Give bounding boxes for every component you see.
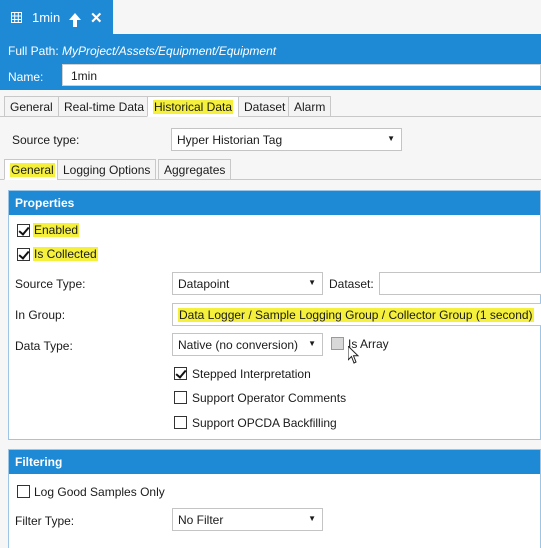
dataset-input[interactable] [379,272,541,295]
opcda-backfilling-checkbox[interactable] [174,416,187,429]
header-band: Full Path: MyProject/Assets/Equipment/Eq… [0,34,541,90]
name-input[interactable]: 1min [62,64,541,86]
chevron-down-icon: ▼ [387,134,395,143]
full-path-value: MyProject/Assets/Equipment/Equipment [62,44,277,58]
chevron-down-icon: ▼ [308,339,316,348]
filter-type-value: No Filter [178,513,224,527]
tab-real-time-data[interactable]: Real-time Data [58,96,151,117]
filtering-header: Filtering [9,450,540,474]
source-type-label: Source type: [12,133,80,147]
source-type-dropdown[interactable]: Hyper Historian Tag ▼ [171,128,402,151]
chevron-down-icon: ▼ [308,278,316,287]
log-good-samples-label: Log Good Samples Only [34,485,165,499]
full-path-label: Full Path: [8,44,59,58]
subtab-aggregates[interactable]: Aggregates [158,159,232,180]
opcda-backfilling-label: Support OPCDA Backfilling [192,416,337,430]
name-label: Name: [8,70,44,84]
datapoint-dropdown[interactable]: Datapoint ▼ [172,272,323,295]
dataset-label: Dataset: [329,277,374,291]
tab-dataset-label: Dataset [244,100,286,114]
data-type-value: Native (no conversion) [178,338,299,352]
is-collected-checkbox[interactable] [17,248,30,261]
tab-historical-data-label: Historical Data [153,100,234,114]
is-collected-label: Is Collected [33,247,98,261]
document-tab-title: 1min [32,10,61,25]
subtab-aggregates-label: Aggregates [164,163,226,177]
close-icon[interactable]: ✕ [90,9,103,27]
subtab-general[interactable]: General [4,159,61,180]
data-type-label: Data Type: [15,339,73,353]
tab-historical-data[interactable]: Historical Data [147,96,240,117]
tab-alarm-label: Alarm [294,100,326,114]
tab-general-label: General [10,100,53,114]
in-group-field[interactable]: Data Logger / Sample Logging Group / Col… [172,303,541,326]
filter-type-label: Filter Type: [15,514,75,528]
chevron-down-icon: ▼ [308,514,316,523]
operator-comments-checkbox[interactable] [174,391,187,404]
properties-header: Properties [9,191,540,215]
stepped-interpretation-checkbox[interactable] [174,367,187,380]
in-group-value: Data Logger / Sample Logging Group / Col… [178,308,534,322]
tab-dataset[interactable]: Dataset [238,96,292,117]
in-group-label: In Group: [15,308,66,322]
source-type-value: Hyper Historian Tag [177,133,283,147]
source-type-field-label: Source Type: [15,277,86,291]
log-good-samples-checkbox[interactable] [17,485,30,498]
filter-type-dropdown[interactable]: No Filter ▼ [172,508,323,531]
mouse-cursor-icon [348,346,360,364]
filtering-section: Filtering Log Good Samples Only Filter T… [8,449,541,548]
tab-general[interactable]: General [4,96,59,117]
properties-section: Properties Enabled Is Collected Source T… [8,190,541,440]
enabled-checkbox[interactable] [17,224,30,237]
stepped-interpretation-label: Stepped Interpretation [192,367,311,381]
subtab-logging-options[interactable]: Logging Options [57,159,157,180]
pin-icon[interactable] [69,13,81,27]
tab-real-time-data-label: Real-time Data [64,100,145,114]
document-tab[interactable]: 1min ✕ [0,0,113,34]
operator-comments-label: Support Operator Comments [192,391,347,405]
tab-alarm[interactable]: Alarm [288,96,332,117]
data-type-dropdown[interactable]: Native (no conversion) ▼ [172,333,323,356]
grid-icon [11,12,22,23]
subtab-logging-options-label: Logging Options [63,163,151,177]
subtab-general-label: General [10,163,55,177]
is-array-checkbox[interactable] [331,337,344,350]
enabled-label: Enabled [33,223,80,237]
datapoint-value: Datapoint [178,277,230,291]
